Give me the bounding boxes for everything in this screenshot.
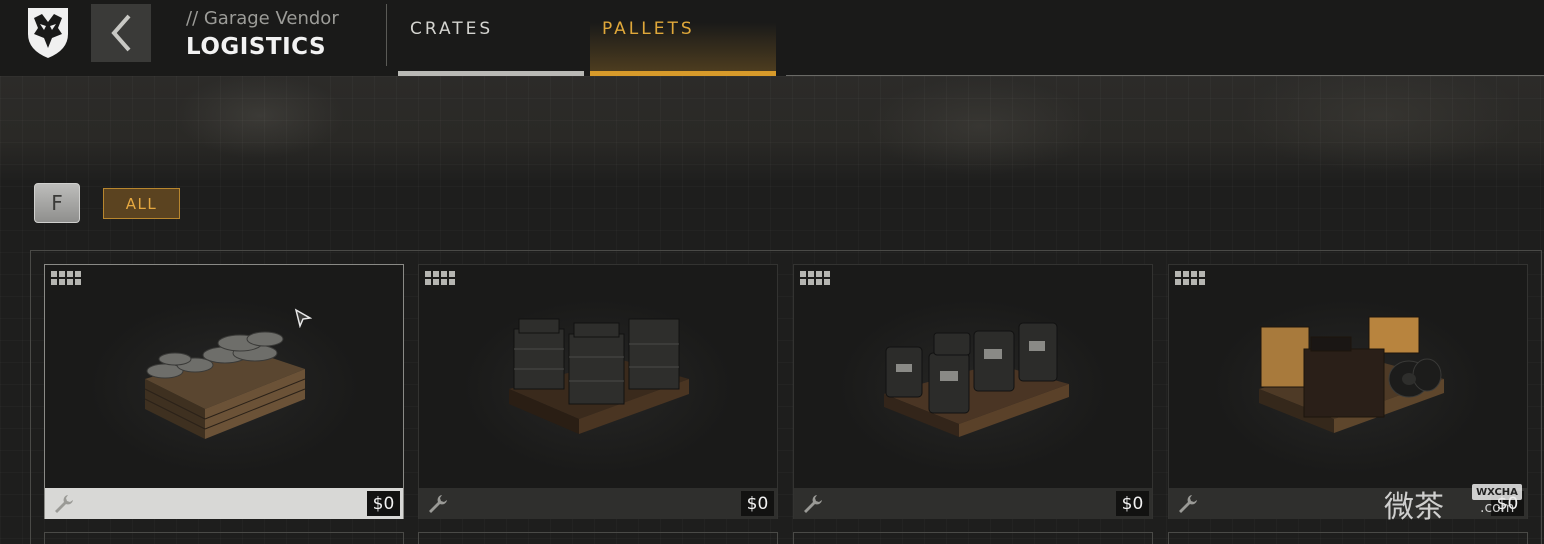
- filter-all-label: ALL: [125, 194, 158, 213]
- cursor-icon: [294, 308, 312, 328]
- filter-key-label: F: [51, 191, 63, 215]
- top-bar: // Garage Vendor LOGISTICS CRATES PALLET…: [0, 0, 1544, 76]
- wrench-icon[interactable]: [802, 493, 824, 515]
- grid-icon: [51, 271, 81, 285]
- next-row-card-edge: [1168, 532, 1528, 544]
- next-row-card-edge: [418, 532, 778, 544]
- next-row-card-edge: [44, 532, 404, 544]
- wrench-icon[interactable]: [1177, 493, 1199, 515]
- barrels-image: [884, 322, 1069, 437]
- price-tag: $0: [367, 491, 400, 516]
- mixed-cargo-image: [1259, 316, 1444, 433]
- item-card-ammo-crates-pallet[interactable]: $0: [418, 264, 778, 519]
- chevron-left-icon: [111, 14, 131, 52]
- tab-crates-label: CRATES: [410, 19, 494, 39]
- wrench-icon[interactable]: [427, 493, 449, 515]
- tab-pallets-label: PALLETS: [602, 19, 695, 39]
- grid-icon: [425, 271, 455, 285]
- card-footer: $0: [794, 488, 1152, 519]
- tab-crates[interactable]: CRATES: [398, 0, 584, 76]
- tab-pallets[interactable]: PALLETS: [590, 0, 776, 76]
- tab-pallets-underline: [590, 71, 776, 76]
- wrench-icon[interactable]: [53, 493, 75, 515]
- filter-all-button[interactable]: ALL: [103, 188, 180, 219]
- ammo-crates-image: [509, 318, 689, 434]
- back-button[interactable]: [91, 4, 151, 62]
- filter-key-button[interactable]: F: [34, 183, 80, 223]
- tab-crates-underline: [398, 71, 584, 76]
- watermark-badge: WXCHA: [1472, 484, 1522, 500]
- topbar-divider-line: [786, 75, 1544, 76]
- shield-wolf-logo-icon: [22, 4, 74, 62]
- watermark: 微茶 WXCHA .com: [1384, 478, 1534, 525]
- vendor-subtitle: // Garage Vendor: [186, 8, 339, 29]
- page-title: LOGISTICS: [186, 34, 327, 60]
- price-tag: $0: [741, 491, 774, 516]
- grid-icon: [1175, 271, 1205, 285]
- watermark-suffix: .com: [1480, 500, 1515, 516]
- price-tag: $0: [1116, 491, 1149, 516]
- card-footer: $0: [45, 488, 403, 519]
- item-card-sandbag-pallet[interactable]: $0: [44, 264, 404, 519]
- next-row-card-edge: [793, 532, 1153, 544]
- card-footer: $0: [419, 488, 777, 519]
- sandbag-pallet-image: [144, 331, 306, 439]
- watermark-text: 微茶: [1384, 490, 1444, 525]
- item-card-barrels-pallet[interactable]: $0: [793, 264, 1153, 519]
- header-divider: [386, 4, 387, 66]
- grid-icon: [800, 271, 830, 285]
